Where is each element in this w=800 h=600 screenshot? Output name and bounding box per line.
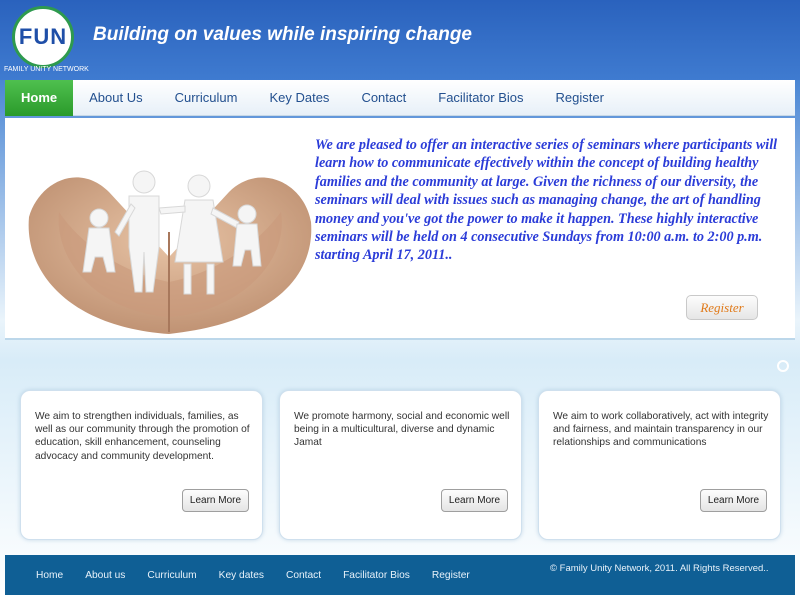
footer-link-curriculum[interactable]: Curriculum xyxy=(147,570,196,581)
footer-link-home[interactable]: Home xyxy=(36,570,63,581)
copyright-notice: © Family Unity Network, 2011. All Rights… xyxy=(550,563,769,574)
nav-item-facilitator-bios[interactable]: Facilitator Bios xyxy=(422,80,539,116)
hero-register-button[interactable]: Register xyxy=(686,295,758,320)
logo-subtitle: FAMILY UNITY NETWORK xyxy=(4,66,89,73)
learn-more-button[interactable]: Learn More xyxy=(182,489,249,512)
footer-link-register[interactable]: Register xyxy=(432,570,470,581)
nav-item-home[interactable]: Home xyxy=(5,79,74,116)
values-card: We aim to work collaboratively, act with… xyxy=(538,390,781,540)
learn-more-button[interactable]: Learn More xyxy=(441,489,508,512)
fun-logo[interactable]: FUN xyxy=(12,6,74,68)
harmony-card: We promote harmony, social and economic … xyxy=(279,390,522,540)
values-text: We aim to work collaboratively, act with… xyxy=(553,411,769,449)
mission-card: We aim to strengthen individuals, famili… xyxy=(20,390,263,540)
logo-text: FUN xyxy=(18,24,68,49)
harmony-text: We promote harmony, social and economic … xyxy=(294,411,510,449)
footer-link-about-us[interactable]: About us xyxy=(85,570,125,581)
nav-item-about-us[interactable]: About Us xyxy=(73,80,158,116)
main-nav: Home About Us Curriculum Key Dates Conta… xyxy=(5,79,795,116)
nav-item-register[interactable]: Register xyxy=(540,80,620,116)
site-tagline: Building on values while inspiring chang… xyxy=(93,24,472,45)
site-header: FUN FAMILY UNITY NETWORK Building on val… xyxy=(0,0,800,80)
hands-holding-paper-family-icon xyxy=(28,170,312,334)
nav-item-curriculum[interactable]: Curriculum xyxy=(159,80,254,116)
footer-nav: Home About us Curriculum Key dates Conta… xyxy=(36,570,492,581)
footer-link-key-dates[interactable]: Key dates xyxy=(219,570,264,581)
hero-banner: We are pleased to offer an interactive s… xyxy=(5,118,795,340)
mission-text: We aim to strengthen individuals, famili… xyxy=(35,411,250,462)
footer-link-facilitator-bios[interactable]: Facilitator Bios xyxy=(343,570,410,581)
carousel-indicator-icon[interactable] xyxy=(777,360,789,372)
footer-link-contact[interactable]: Contact xyxy=(286,570,321,581)
site-footer: Home About us Curriculum Key dates Conta… xyxy=(5,555,795,595)
nav-item-key-dates[interactable]: Key Dates xyxy=(253,80,345,116)
nav-item-contact[interactable]: Contact xyxy=(345,80,422,116)
hero-description: We are pleased to offer an interactive s… xyxy=(315,137,778,264)
learn-more-button[interactable]: Learn More xyxy=(700,489,767,512)
